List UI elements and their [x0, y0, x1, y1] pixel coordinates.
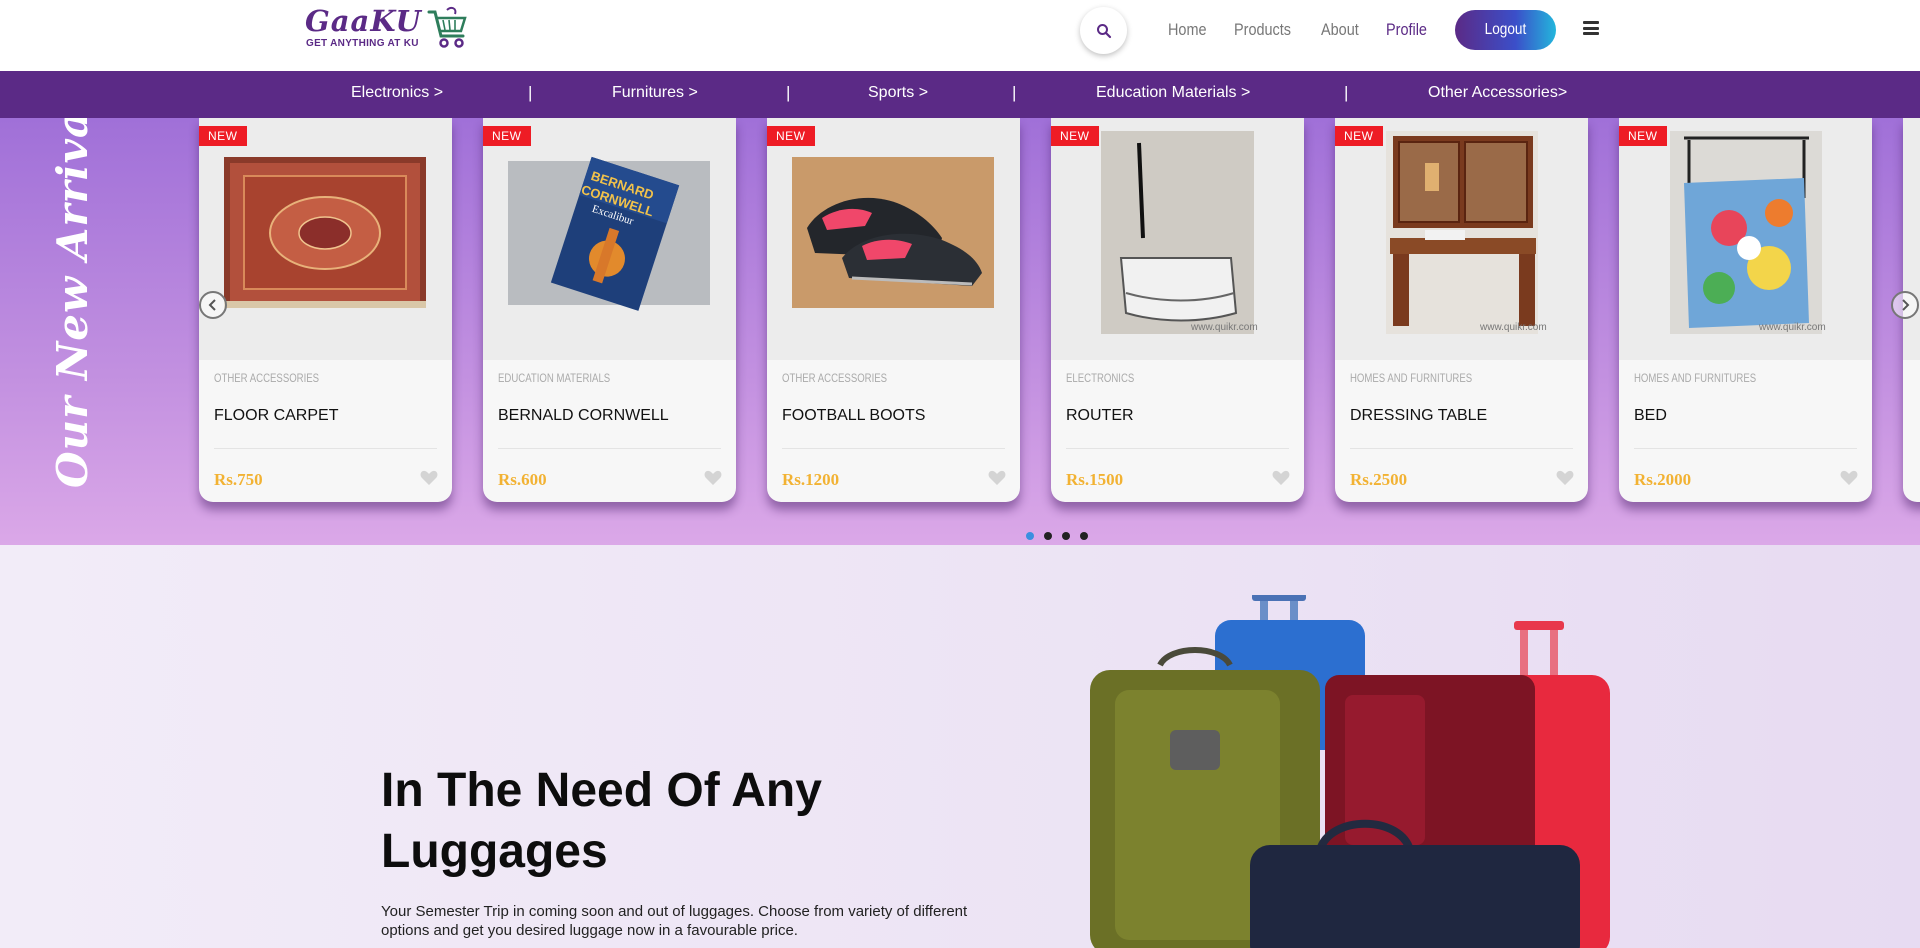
logout-label: Logout: [1484, 21, 1527, 38]
category-separator: |: [1012, 83, 1017, 102]
image-watermark: www.quikr.com: [1479, 322, 1547, 333]
category-sports[interactable]: Sports >: [868, 84, 928, 102]
image-watermark: www.quikr.com: [1758, 322, 1826, 333]
category-bar: Electronics > | Furnitures > | Sports > …: [0, 71, 1920, 118]
product-price: Rs.1200: [782, 470, 840, 489]
new-badge: NEW: [199, 126, 247, 146]
product-name: FLOOR CARPET: [214, 407, 339, 424]
product-price: Rs.1500: [1066, 470, 1124, 489]
product-name: BERNALD CORNWELL: [498, 407, 669, 424]
carousel-pagination: [1026, 532, 1088, 540]
heart-icon[interactable]: [1272, 470, 1290, 486]
product-name: DRESSING TABLE: [1350, 407, 1488, 424]
hero-description: Your Semester Trip in coming soon and ou…: [381, 903, 968, 939]
divider: [782, 448, 1005, 449]
heart-icon[interactable]: [420, 470, 438, 486]
category-separator: |: [528, 83, 533, 102]
hamburger-menu-icon[interactable]: [1583, 21, 1599, 35]
product-category: EDUCATION MATERIALS: [498, 371, 611, 385]
search-button[interactable]: [1080, 7, 1127, 54]
carousel-prev-button[interactable]: [199, 291, 227, 319]
product-image-area: www.quikr.com NEW: [1335, 118, 1588, 360]
new-badge: NEW: [483, 126, 531, 146]
product-price: Rs.2000: [1634, 470, 1692, 489]
divider: [1066, 448, 1289, 449]
product-card[interactable]: NEW OTHER ACCESSORIES FLOOR CARPET Rs.75…: [199, 118, 452, 502]
luggage-image: [1090, 595, 1610, 948]
product-image-area: NEW: [767, 118, 1020, 360]
new-badge: NEW: [767, 126, 815, 146]
product-image-area: [1903, 118, 1920, 360]
product-category: OTHER ACCESSORIES: [214, 371, 320, 385]
carousel-dot[interactable]: [1080, 532, 1088, 540]
new-badge: NEW: [1619, 126, 1667, 146]
divider: [1350, 448, 1573, 449]
category-furnitures[interactable]: Furnitures >: [612, 84, 698, 102]
logo[interactable]: GaaKU GET ANYTHING AT KU: [305, 4, 470, 56]
product-name: ROUTER: [1066, 407, 1134, 424]
category-separator: |: [1344, 83, 1349, 102]
carousel-dot[interactable]: [1062, 532, 1070, 540]
category-electronics[interactable]: Electronics >: [351, 84, 443, 102]
chevron-left-icon: [208, 299, 216, 311]
heart-icon[interactable]: [988, 470, 1006, 486]
product-price: Rs.600: [498, 470, 547, 489]
divider: [214, 448, 437, 449]
product-price: Rs.750: [214, 470, 263, 489]
carousel-dot[interactable]: [1026, 532, 1034, 540]
nav-home[interactable]: Home: [1168, 20, 1207, 40]
product-category: OTHER ACCESSORIES: [782, 371, 888, 385]
site-header: GaaKU GET ANYTHING AT KU Home Products A…: [0, 0, 1920, 71]
product-image-bed: www.quikr.com: [1670, 131, 1826, 334]
logo-tagline: GET ANYTHING AT KU: [306, 38, 419, 49]
search-icon: [1096, 23, 1111, 38]
product-image-router: www.quikr.com: [1101, 131, 1258, 334]
product-image-area: BERNARD CORNWELL Excalibur NEW: [483, 118, 736, 360]
new-badge: NEW: [1335, 126, 1383, 146]
chevron-right-icon: [1902, 299, 1910, 311]
new-badge: NEW: [1051, 126, 1099, 146]
heart-icon[interactable]: [1556, 470, 1574, 486]
product-category: HOMES AND FURNITURES: [1350, 371, 1473, 385]
product-image-area: www.quikr.com NEW: [1051, 118, 1304, 360]
product-category: ELECTRONICS: [1066, 371, 1135, 385]
carousel-dot[interactable]: [1044, 532, 1052, 540]
product-card[interactable]: www.quikr.com NEW HOMES AND FURNITURES B…: [1619, 118, 1872, 502]
category-separator: |: [786, 83, 791, 102]
product-image-book: BERNARD CORNWELL Excalibur: [508, 156, 710, 311]
product-image-area: NEW: [199, 118, 452, 360]
new-arrivals-section: Our New Arrivals NEW OTHER ACCESSORIES F…: [0, 118, 1920, 545]
product-card[interactable]: www.quikr.com NEW HOMES AND FURNITURES D…: [1335, 118, 1588, 502]
new-arrivals-title: Our New Arrivals: [48, 118, 97, 488]
logout-button[interactable]: Logout: [1455, 10, 1556, 50]
product-category: HOMES AND FURNITURES: [1634, 371, 1757, 385]
product-card[interactable]: BERNARD CORNWELL Excalibur NEW EDUCATION…: [483, 118, 736, 502]
heart-icon[interactable]: [704, 470, 722, 486]
hero-title: In The Need Of Any Luggages: [381, 764, 822, 878]
product-name: FOOTBALL BOOTS: [782, 407, 926, 424]
divider: [498, 448, 721, 449]
product-image-floor-carpet: [224, 157, 426, 308]
logo-text: GaaKU: [305, 4, 422, 38]
product-card[interactable]: NEW OTHER ACCESSORIES FOOTBALL BOOTS Rs.…: [767, 118, 1020, 502]
product-image-dressing-table: www.quikr.com: [1386, 131, 1547, 334]
heart-icon[interactable]: [1840, 470, 1858, 486]
category-education-materials[interactable]: Education Materials >: [1096, 84, 1250, 102]
cart-icon: [427, 6, 467, 48]
category-other-accessories[interactable]: Other Accessories>: [1428, 84, 1567, 102]
divider: [1634, 448, 1857, 449]
product-name: BED: [1634, 407, 1667, 424]
product-price: Rs.2500: [1350, 470, 1408, 489]
carousel-next-button[interactable]: [1891, 291, 1919, 319]
nav-profile[interactable]: Profile: [1386, 20, 1427, 40]
luggage-hero-section: In The Need Of Any Luggages Your Semeste…: [0, 545, 1920, 948]
nav-about[interactable]: About: [1321, 20, 1359, 40]
image-watermark: www.quikr.com: [1190, 322, 1258, 333]
product-image-area: www.quikr.com NEW: [1619, 118, 1872, 360]
product-card[interactable]: www.quikr.com NEW ELECTRONICS ROUTER Rs.…: [1051, 118, 1304, 502]
nav-products[interactable]: Products: [1234, 20, 1291, 40]
product-image-football-boots: [792, 157, 994, 308]
